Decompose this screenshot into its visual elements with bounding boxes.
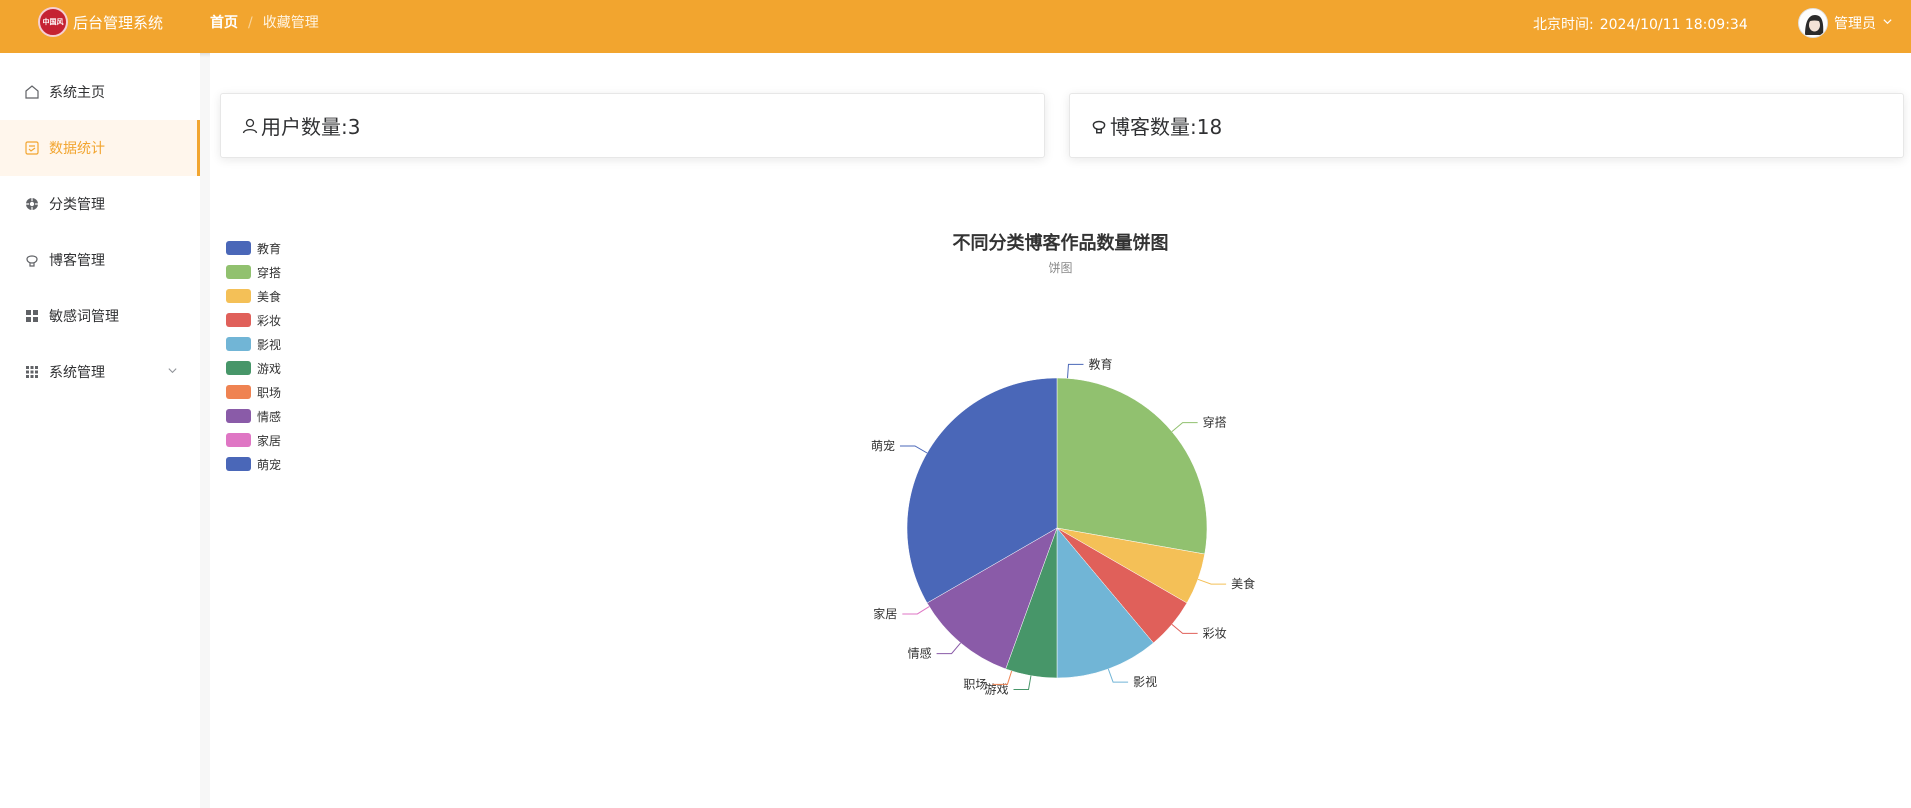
top-header: 中国风 后台管理系统 首页 / 收藏管理 北京时间: 2024/10/11 18:09… (0, 0, 1911, 53)
label-leader-line (1066, 363, 1084, 379)
category-icon (24, 196, 40, 212)
sidebar-item-label: 系统主页 (49, 85, 105, 101)
slice-label: 家居 (873, 606, 897, 621)
label-leader-line (902, 606, 930, 615)
slice-label: 影视 (1133, 674, 1157, 689)
slice-label: 美食 (1231, 576, 1255, 591)
slice-label: 穿搭 (1203, 415, 1227, 430)
sidebar-item-system[interactable]: 系统管理 (0, 344, 200, 400)
slice-label: 情感 (908, 646, 932, 661)
grid-icon (24, 308, 40, 324)
avatar[interactable] (1798, 8, 1828, 38)
clock-value: 2024/10/11 18:09:34 (1599, 17, 1748, 33)
apps-icon (24, 364, 40, 380)
label-leader-line (1107, 668, 1129, 683)
sidebar-item-blog[interactable]: 博客管理 (0, 232, 200, 288)
slice-label: 萌宠 (871, 438, 895, 453)
sidebar-item-statistics[interactable]: 数据统计 (0, 120, 200, 176)
label-leader-line (1013, 675, 1032, 691)
chevron-down-icon[interactable] (167, 364, 178, 380)
home-icon (24, 84, 40, 100)
main-content: 用户数量:3 博客数量:18 教育 穿搭 美食 彩妆 影视 游戏 职场 情感 家居 萌宠 不同分类… (210, 53, 1911, 808)
breadcrumb: 首页 / 收藏管理 (210, 12, 319, 32)
breadcrumb-separator: / (248, 15, 253, 31)
logo: 中国风 (38, 7, 68, 37)
sidebar-item-category[interactable]: 分类管理 (0, 176, 200, 232)
sidebar-item-label: 分类管理 (49, 197, 105, 213)
sidebar-item-label: 敏感词管理 (49, 309, 119, 325)
clock-label: 北京时间: (1533, 17, 1594, 33)
slice-label: 教育 (1088, 356, 1112, 371)
breadcrumb-current: 收藏管理 (262, 15, 319, 31)
slice-label: 职场 (963, 677, 987, 691)
slice-label: 彩妆 (1203, 626, 1227, 640)
pie-chart: 教育穿搭美食彩妆影视游戏职场情感家居萌宠 (871, 356, 1255, 696)
chart-icon (24, 140, 40, 156)
beijing-clock: 北京时间: 2024/10/11 18:09:34 (1533, 14, 1748, 34)
sidebar-item-label: 系统管理 (49, 365, 105, 381)
user-name: 管理员 (1834, 16, 1876, 32)
chevron-down-icon[interactable] (1882, 15, 1893, 31)
label-leader-line (1171, 624, 1198, 634)
user-menu[interactable]: 管理员 (1798, 8, 1893, 38)
sidebar-nav: 系统主页 数据统计 分类管理 博客管理 敏感词管理 系统管理 (0, 53, 200, 808)
label-leader-line (1171, 422, 1198, 432)
sidebar-item-label: 博客管理 (49, 253, 105, 269)
sidebar-item-label: 数据统计 (49, 141, 105, 157)
app-title: 后台管理系统 (73, 14, 164, 32)
label-leader-line (936, 642, 961, 655)
label-leader-line (899, 445, 928, 454)
label-leader-line (1197, 578, 1227, 585)
blog-icon (24, 252, 40, 268)
sidebar-item-home[interactable]: 系统主页 (0, 64, 200, 120)
breadcrumb-home-link[interactable]: 首页 (210, 15, 238, 31)
pie-slice[interactable] (1056, 377, 1208, 555)
sidebar-item-sensitive-words[interactable]: 敏感词管理 (0, 288, 200, 344)
